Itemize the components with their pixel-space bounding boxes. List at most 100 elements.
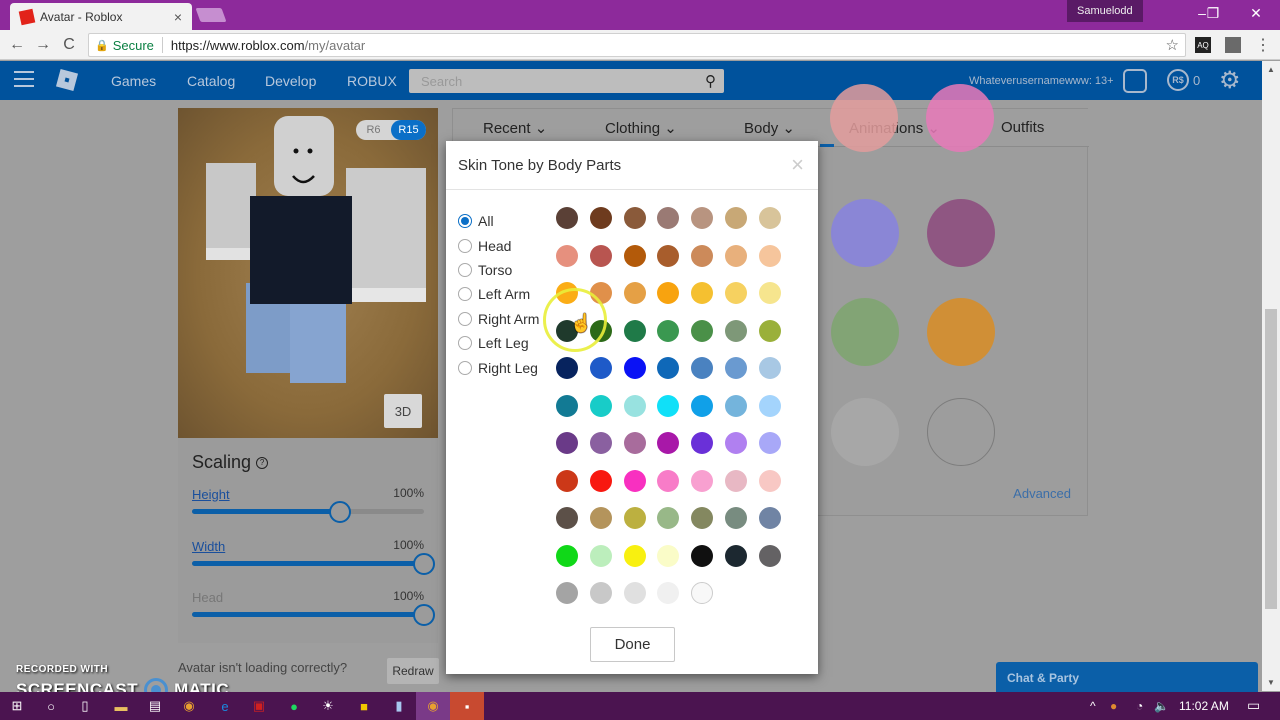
color-swatch[interactable] <box>725 469 747 492</box>
search-icon[interactable]: ⚲ <box>705 72 716 90</box>
bookmark-star-icon[interactable]: ☆ <box>1166 36 1179 54</box>
color-swatch[interactable] <box>589 207 612 229</box>
color-swatch[interactable] <box>725 282 747 304</box>
file-explorer-icon[interactable]: ▬ <box>112 697 130 715</box>
color-swatch[interactable] <box>623 469 646 492</box>
head-slider-thumb[interactable] <box>413 604 435 626</box>
color-swatch[interactable] <box>556 357 578 379</box>
store-icon[interactable]: ▤ <box>146 697 164 715</box>
nav-develop[interactable]: Develop <box>265 73 316 89</box>
color-swatch[interactable] <box>589 244 612 267</box>
radio-button[interactable] <box>458 360 472 375</box>
spotify-icon[interactable]: ● <box>285 697 303 715</box>
scroll-thumb[interactable] <box>1265 309 1277 609</box>
height-slider[interactable] <box>192 501 424 523</box>
color-swatch[interactable] <box>691 282 714 304</box>
edge-icon[interactable]: e <box>216 697 234 715</box>
color-swatch[interactable] <box>758 357 781 379</box>
color-swatch[interactable] <box>725 507 747 529</box>
color-swatch[interactable] <box>758 394 781 417</box>
tab-close-icon[interactable]: × <box>174 9 182 25</box>
color-swatch[interactable] <box>556 207 578 229</box>
color-swatch[interactable] <box>758 507 781 529</box>
chrome-active-icon[interactable]: ◉ <box>424 697 442 715</box>
color-swatch[interactable] <box>691 469 714 492</box>
radio-all[interactable]: All <box>458 209 539 233</box>
color-swatch[interactable] <box>758 544 781 567</box>
color-swatch[interactable] <box>556 544 578 567</box>
tab-outfits[interactable]: Outfits <box>1001 119 1044 136</box>
address-bar[interactable]: 🔒 Secure https://www.roblox.com /my/avat… <box>88 33 1186 57</box>
color-swatch[interactable] <box>589 507 612 529</box>
width-slider-thumb[interactable] <box>413 553 435 575</box>
color-swatch[interactable] <box>657 394 680 417</box>
forward-button[interactable]: → <box>32 34 54 56</box>
color-swatch[interactable] <box>589 432 612 454</box>
width-label[interactable]: Width <box>192 539 225 554</box>
messages-icon[interactable] <box>1123 69 1147 93</box>
skin-tone-swatch[interactable] <box>831 398 899 466</box>
robux-icon[interactable]: R$ <box>1167 69 1189 91</box>
color-swatch[interactable] <box>691 244 714 267</box>
radio-left-leg[interactable]: Left Leg <box>458 331 539 355</box>
color-swatch[interactable] <box>758 207 781 229</box>
cortana-icon[interactable]: ○ <box>42 697 60 715</box>
gear-icon[interactable]: ⚙ <box>1219 66 1241 95</box>
rig-r6-option[interactable]: R6 <box>356 124 391 136</box>
radio-torso[interactable]: Torso <box>458 258 539 282</box>
nav-catalog[interactable]: Catalog <box>187 73 235 89</box>
profile-badge[interactable]: Samuelodd <box>1067 0 1143 22</box>
color-swatch[interactable] <box>623 432 646 454</box>
color-swatch[interactable] <box>623 319 646 342</box>
color-swatch[interactable] <box>657 507 680 529</box>
color-swatch[interactable] <box>623 357 646 379</box>
radio-button[interactable] <box>458 214 472 229</box>
color-swatch[interactable] <box>657 319 680 342</box>
color-swatch[interactable] <box>556 244 578 267</box>
color-swatch[interactable] <box>725 244 747 267</box>
task-view-icon[interactable]: ▯ <box>76 697 94 715</box>
color-swatch[interactable] <box>556 507 578 529</box>
extension-aq-icon[interactable]: AQ <box>1195 37 1211 53</box>
radio-button[interactable] <box>458 238 472 253</box>
radio-button[interactable] <box>458 287 472 302</box>
clock[interactable]: 11:02 AM <box>1179 699 1229 713</box>
color-swatch[interactable] <box>556 582 578 604</box>
chat-party-button[interactable]: Chat & Party <box>996 662 1258 692</box>
color-swatch[interactable] <box>556 432 578 454</box>
color-swatch[interactable] <box>623 207 646 229</box>
color-swatch[interactable] <box>691 357 714 379</box>
color-swatch[interactable] <box>758 244 781 267</box>
close-window-button[interactable]: ✕ <box>1236 0 1276 26</box>
color-swatch[interactable] <box>691 207 714 229</box>
color-swatch[interactable] <box>657 544 680 567</box>
color-swatch[interactable] <box>691 394 714 417</box>
username-label[interactable]: Whateverusernamewww: 13+ <box>969 75 1114 87</box>
nav-robux[interactable]: ROBUX <box>347 73 397 89</box>
radio-right-leg[interactable]: Right Leg <box>458 355 539 379</box>
skin-tone-swatch[interactable] <box>830 84 898 152</box>
radio-button[interactable] <box>458 311 472 326</box>
width-slider[interactable] <box>192 553 435 575</box>
hamburger-menu-icon[interactable] <box>14 71 34 87</box>
color-swatch[interactable] <box>691 432 714 454</box>
view-3d-button[interactable]: 3D <box>384 394 422 428</box>
tab-clothing[interactable]: Clothing ⌄ <box>605 119 677 137</box>
extension-image-icon[interactable] <box>1225 37 1241 53</box>
brightness-icon[interactable]: ☀ <box>319 697 337 715</box>
acrobat-icon[interactable]: ▣ <box>250 697 268 715</box>
skin-tone-swatch[interactable] <box>926 84 994 152</box>
height-slider-thumb[interactable] <box>329 501 352 523</box>
color-swatch[interactable] <box>691 319 714 342</box>
color-swatch[interactable] <box>589 469 612 492</box>
color-swatch[interactable] <box>589 582 612 604</box>
radio-button[interactable] <box>458 262 472 277</box>
nav-games[interactable]: Games <box>111 73 156 89</box>
radio-head[interactable]: Head <box>458 233 539 257</box>
color-swatch[interactable] <box>589 544 612 567</box>
sticky-app-icon[interactable]: ■ <box>355 697 373 715</box>
height-label[interactable]: Height <box>192 487 230 502</box>
radio-right-arm[interactable]: Right Arm <box>458 307 539 331</box>
scroll-down-icon[interactable]: ▼ <box>1267 678 1275 687</box>
radio-left-arm[interactable]: Left Arm <box>458 282 539 306</box>
